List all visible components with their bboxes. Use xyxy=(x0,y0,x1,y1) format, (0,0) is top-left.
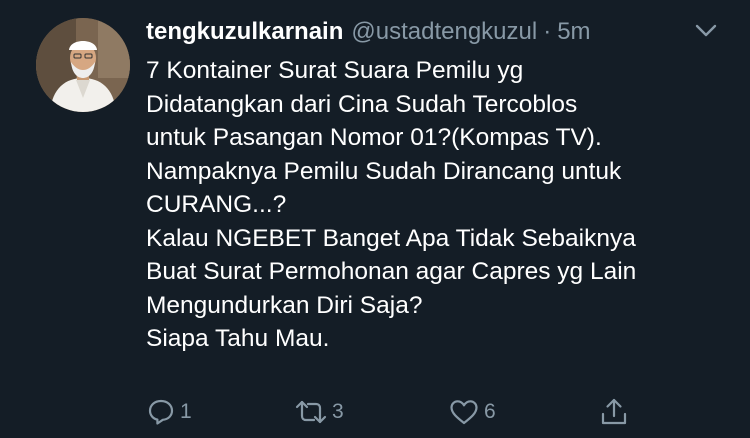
retweet-count: 3 xyxy=(332,400,344,423)
reply-icon xyxy=(148,399,174,425)
tweet-text-line: CURANG...? xyxy=(146,191,287,218)
heart-icon xyxy=(450,400,478,425)
chevron-down-icon xyxy=(695,24,717,37)
tweet-text-line: Nampaknya Pemilu Sudah Dirancang untuk xyxy=(146,157,622,185)
tweet-menu-button[interactable] xyxy=(692,20,720,40)
like-count: 6 xyxy=(484,400,496,423)
avatar[interactable] xyxy=(36,18,130,112)
tweet-text-line: Buat Surat Permohonan agar Capres yg Lai… xyxy=(146,258,637,285)
user-handle[interactable]: @ustadtengkuzul xyxy=(351,18,537,46)
tweet-text-line: Didatangkan dari Cina Sudah Tercoblos xyxy=(146,90,578,118)
avatar-image xyxy=(36,18,130,112)
share-button[interactable] xyxy=(598,392,630,432)
reply-count: 1 xyxy=(180,400,192,423)
timestamp[interactable]: 5m xyxy=(557,18,590,46)
tweet-text-line: Kalau NGEBET Banget Apa Tidak Sebaiknya xyxy=(146,224,636,252)
tweet-actions: 1 3 6 xyxy=(146,392,736,432)
tweet-text-line: Siapa Tahu Mau. xyxy=(146,325,330,352)
retweet-button[interactable]: 3 xyxy=(294,392,344,432)
tweet-text-line: 7 Kontainer Surat Suara Pemilu yg xyxy=(146,57,524,84)
tweet: tengkuzulkarnain @ustadtengkuzul · 5m 7 … xyxy=(0,0,750,438)
tweet-text-line: Mengundurkan Diri Saja? xyxy=(146,291,423,319)
tweet-header: tengkuzulkarnain @ustadtengkuzul · 5m xyxy=(146,14,591,50)
tweet-text-line: untuk Pasangan Nomor 01?(Kompas TV). xyxy=(146,124,602,151)
tweet-text: 7 Kontainer Surat Suara Pemilu yg Didata… xyxy=(146,54,736,356)
share-icon xyxy=(601,398,627,425)
reply-button[interactable]: 1 xyxy=(146,392,192,432)
like-button[interactable]: 6 xyxy=(448,392,496,432)
separator-dot: · xyxy=(543,18,552,45)
display-name[interactable]: tengkuzulkarnain xyxy=(146,18,343,46)
retweet-icon xyxy=(295,400,327,424)
